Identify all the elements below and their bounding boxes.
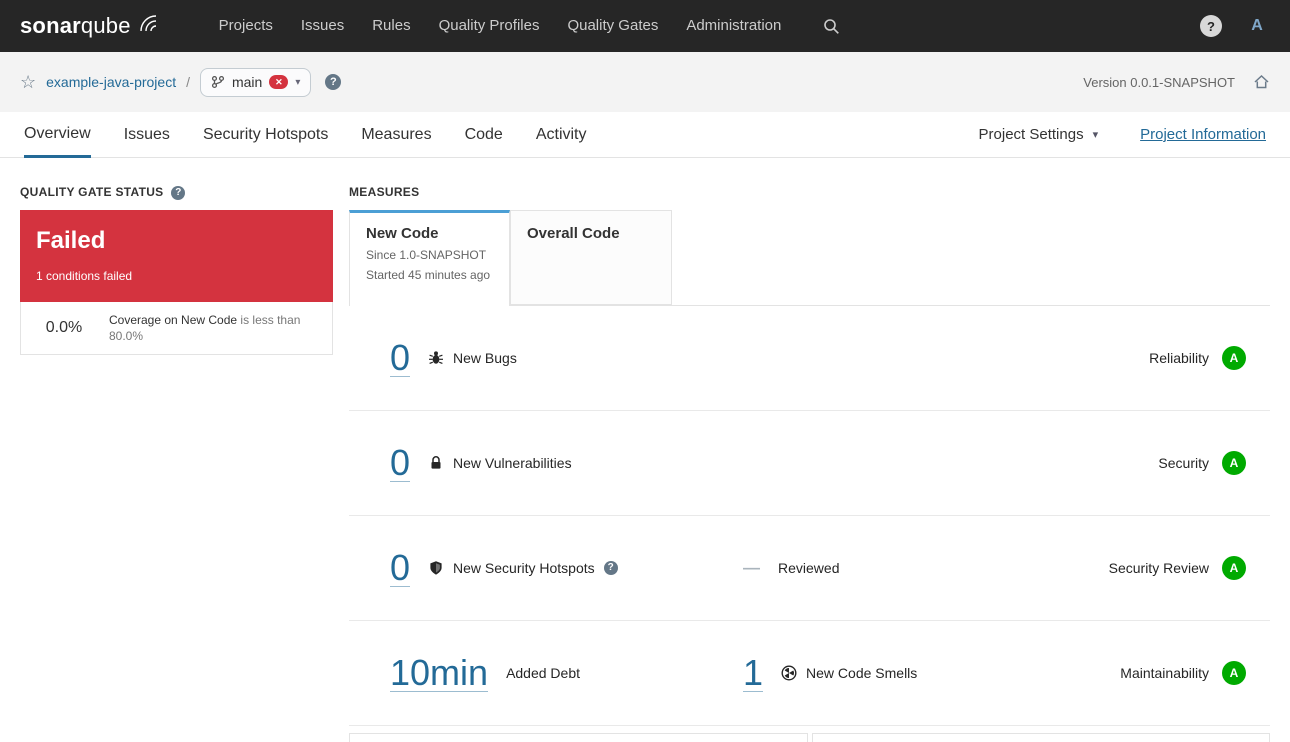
nav-administration[interactable]: Administration — [672, 0, 795, 52]
nav-quality-profiles[interactable]: Quality Profiles — [425, 0, 554, 52]
maintainability-rating-badge[interactable]: A — [1222, 661, 1246, 685]
homepage-icon[interactable] — [1253, 74, 1270, 90]
reviewed-value: — — [743, 558, 760, 577]
tab-overview[interactable]: Overview — [24, 112, 91, 158]
measures-panel: MEASURES New Code Since 1.0-SNAPSHOT Sta… — [349, 186, 1270, 742]
chevron-down-icon: ▾ — [295, 76, 301, 88]
measures-tabs: New Code Since 1.0-SNAPSHOT Started 45 m… — [349, 210, 1270, 306]
security-review-rating-badge[interactable]: A — [1222, 556, 1246, 580]
nav-rules[interactable]: Rules — [358, 0, 424, 52]
sonarqube-logo[interactable]: sonarqube — [20, 11, 159, 41]
added-debt-label: Added Debt — [506, 664, 581, 681]
new-code-smells-label: New Code Smells — [806, 664, 918, 681]
avatar[interactable]: A — [1244, 13, 1270, 39]
branch-name: main — [231, 74, 263, 90]
tab-issues[interactable]: Issues — [124, 112, 170, 158]
quality-gate-status-card: Failed 1 conditions failed — [20, 210, 333, 302]
new-code-started: Started 45 minutes ago — [366, 268, 491, 283]
partial-card-right — [811, 733, 1270, 742]
breadcrumb: ☆ example-java-project / main ✕ ▾ ? Vers… — [0, 52, 1290, 112]
new-code-smells-count[interactable]: 1 — [743, 653, 764, 693]
measure-row-new-security-hotspots: 0 New Security Hotspots ? — Reviewed Sec… — [349, 516, 1270, 621]
project-information-link[interactable]: Project Information — [1140, 126, 1266, 143]
branch-help-icon[interactable]: ? — [325, 74, 342, 90]
measures-title: MEASURES — [349, 185, 420, 199]
branch-quality-gate-failed-badge: ✕ — [269, 75, 289, 89]
main-menu: Projects Issues Rules Quality Profiles Q… — [205, 0, 796, 52]
new-code-tab-label: New Code — [366, 225, 439, 242]
project-tabbar: Overview Issues Security Hotspots Measur… — [0, 112, 1290, 158]
favorite-star-icon[interactable]: ☆ — [20, 73, 36, 91]
failed-condition-row[interactable]: 0.0% Coverage on New Code is less than 8… — [20, 302, 333, 355]
nav-projects[interactable]: Projects — [205, 0, 287, 52]
tab-overall-code[interactable]: Overall Code — [510, 210, 672, 305]
partial-card-left — [349, 733, 808, 742]
project-settings-menu[interactable]: Project Settings ▾ — [979, 126, 1099, 143]
new-security-hotspots-label: New Security Hotspots — [453, 559, 595, 576]
maintainability-label: Maintainability — [1120, 665, 1209, 681]
security-review-label: Security Review — [1108, 560, 1209, 576]
lock-icon — [431, 456, 441, 469]
new-code-since: Since 1.0-SNAPSHOT — [366, 248, 487, 262]
new-bugs-count[interactable]: 0 — [390, 338, 411, 378]
hotspots-reviewed-group: — Reviewed — [743, 558, 839, 578]
breadcrumb-project-link[interactable]: example-java-project — [46, 74, 176, 90]
overview-content: QUALITY GATE STATUS ? Failed 1 condition… — [0, 158, 1290, 742]
tab-activity[interactable]: Activity — [536, 112, 587, 158]
tab-security-hotspots[interactable]: Security Hotspots — [203, 112, 328, 158]
next-measure-cards-partial — [349, 733, 1270, 742]
quality-gate-status-title: QUALITY GATE STATUS — [20, 185, 164, 199]
brand-qube: qube — [80, 13, 131, 38]
project-version: Version 0.0.1-SNAPSHOT — [1083, 74, 1235, 90]
new-bugs-label: New Bugs — [453, 349, 517, 366]
topnav-right: ? A — [1200, 13, 1270, 39]
new-security-hotspots-count[interactable]: 0 — [390, 548, 411, 588]
home-icon — [1254, 74, 1269, 89]
help-button[interactable]: ? — [1200, 15, 1222, 37]
tab-measures[interactable]: Measures — [361, 112, 431, 158]
overall-code-tab-label: Overall Code — [527, 225, 620, 242]
new-vulnerabilities-label: New Vulnerabilities — [453, 454, 572, 471]
reviewed-label: Reviewed — [778, 560, 840, 576]
added-debt-value[interactable]: 10min — [390, 653, 489, 693]
measure-row-new-bugs: 0 New Bugs Reliability A — [349, 306, 1270, 411]
nav-issues[interactable]: Issues — [287, 0, 358, 52]
code-smell-icon — [781, 665, 797, 681]
chevron-down-icon: ▾ — [1092, 129, 1099, 141]
branch-icon — [211, 75, 225, 89]
measures-rows: 0 New Bugs Reliability A 0 New Vulnerabi… — [349, 305, 1270, 726]
reliability-label: Reliability — [1149, 350, 1209, 366]
new-vulnerabilities-count[interactable]: 0 — [390, 443, 411, 483]
quality-gate-status: Failed — [36, 227, 106, 254]
security-label: Security — [1158, 455, 1209, 471]
brand-sonar: sonar — [20, 13, 81, 38]
measure-row-maintainability: 10min Added Debt 1 New Code Smells Maint… — [349, 621, 1270, 726]
branch-selector[interactable]: main ✕ ▾ — [199, 67, 312, 97]
project-settings-label: Project Settings — [978, 126, 1084, 143]
question-icon: ? — [1207, 18, 1215, 34]
nav-quality-gates[interactable]: Quality Gates — [553, 0, 672, 52]
search-button[interactable] — [823, 18, 840, 35]
breadcrumb-separator: / — [186, 74, 190, 90]
search-icon — [824, 18, 840, 34]
failed-conditions-count: 1 conditions failed — [36, 269, 133, 283]
shield-icon — [430, 561, 442, 575]
brand-text: sonarqube — [20, 11, 131, 41]
tab-code[interactable]: Code — [465, 112, 503, 158]
quality-gate-help-icon[interactable]: ? — [171, 185, 186, 200]
condition-metric: Coverage on New Code — [109, 312, 238, 327]
condition-text: Coverage on New Code is less than 80.0% — [109, 312, 320, 344]
condition-value: 0.0% — [45, 319, 83, 336]
bug-icon — [429, 351, 444, 364]
measure-row-new-vulnerabilities: 0 New Vulnerabilities Security A — [349, 411, 1270, 516]
hotspots-help-icon[interactable]: ? — [603, 560, 618, 575]
top-navigation: sonarqube Projects Issues Rules Quality … — [0, 0, 1290, 52]
quality-gate-panel: QUALITY GATE STATUS ? Failed 1 condition… — [20, 185, 333, 355]
logo-swoosh-icon — [139, 15, 156, 32]
tab-new-code[interactable]: New Code Since 1.0-SNAPSHOT Started 45 m… — [349, 210, 510, 306]
reliability-rating-badge[interactable]: A — [1222, 346, 1246, 370]
security-rating-badge[interactable]: A — [1222, 451, 1246, 475]
